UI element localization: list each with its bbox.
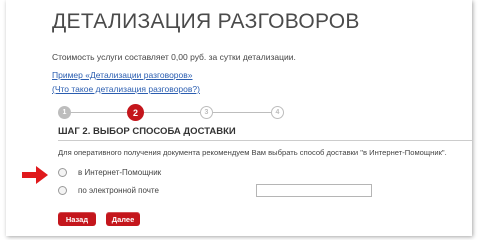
step-progress: 1 2 3 4 bbox=[58, 104, 284, 122]
page-frame: ДЕТАЛИЗАЦИЯ РАЗГОВОРОВ Стоимость услуги … bbox=[6, 0, 472, 236]
step-connector bbox=[213, 112, 271, 113]
option-email[interactable]: по электронной почте bbox=[58, 186, 159, 195]
example-link[interactable]: Пример «Детализации разговоров» bbox=[52, 70, 193, 80]
back-button[interactable]: Назад bbox=[58, 212, 96, 226]
next-button[interactable]: Далее bbox=[106, 212, 140, 226]
step-4: 4 bbox=[271, 106, 284, 119]
email-field[interactable] bbox=[256, 184, 372, 197]
divider bbox=[58, 140, 472, 141]
step-title: ШАГ 2. ВЫБОР СПОСОБА ДОСТАВКИ bbox=[58, 126, 236, 137]
option-label: по электронной почте bbox=[78, 186, 159, 195]
step-connector bbox=[71, 112, 127, 113]
step-connector bbox=[144, 112, 200, 113]
option-label: в Интернет-Помощник bbox=[78, 168, 162, 177]
arrow-right-icon bbox=[22, 166, 48, 184]
delivery-description: Для оперативного получения документа рек… bbox=[58, 148, 447, 157]
step-1: 1 bbox=[58, 106, 71, 119]
option-internet-assistant[interactable]: в Интернет-Помощник bbox=[58, 168, 161, 177]
page-title: ДЕТАЛИЗАЦИЯ РАЗГОВОРОВ bbox=[52, 10, 360, 33]
step-2: 2 bbox=[127, 104, 144, 121]
radio-email[interactable] bbox=[58, 186, 67, 195]
cost-text: Стоимость услуги составляет 0,00 руб. за… bbox=[52, 52, 296, 62]
what-is-link[interactable]: (Что такое детализация разговоров?) bbox=[52, 84, 200, 94]
step-3: 3 bbox=[200, 106, 213, 119]
radio-internet-assistant[interactable] bbox=[58, 168, 67, 177]
